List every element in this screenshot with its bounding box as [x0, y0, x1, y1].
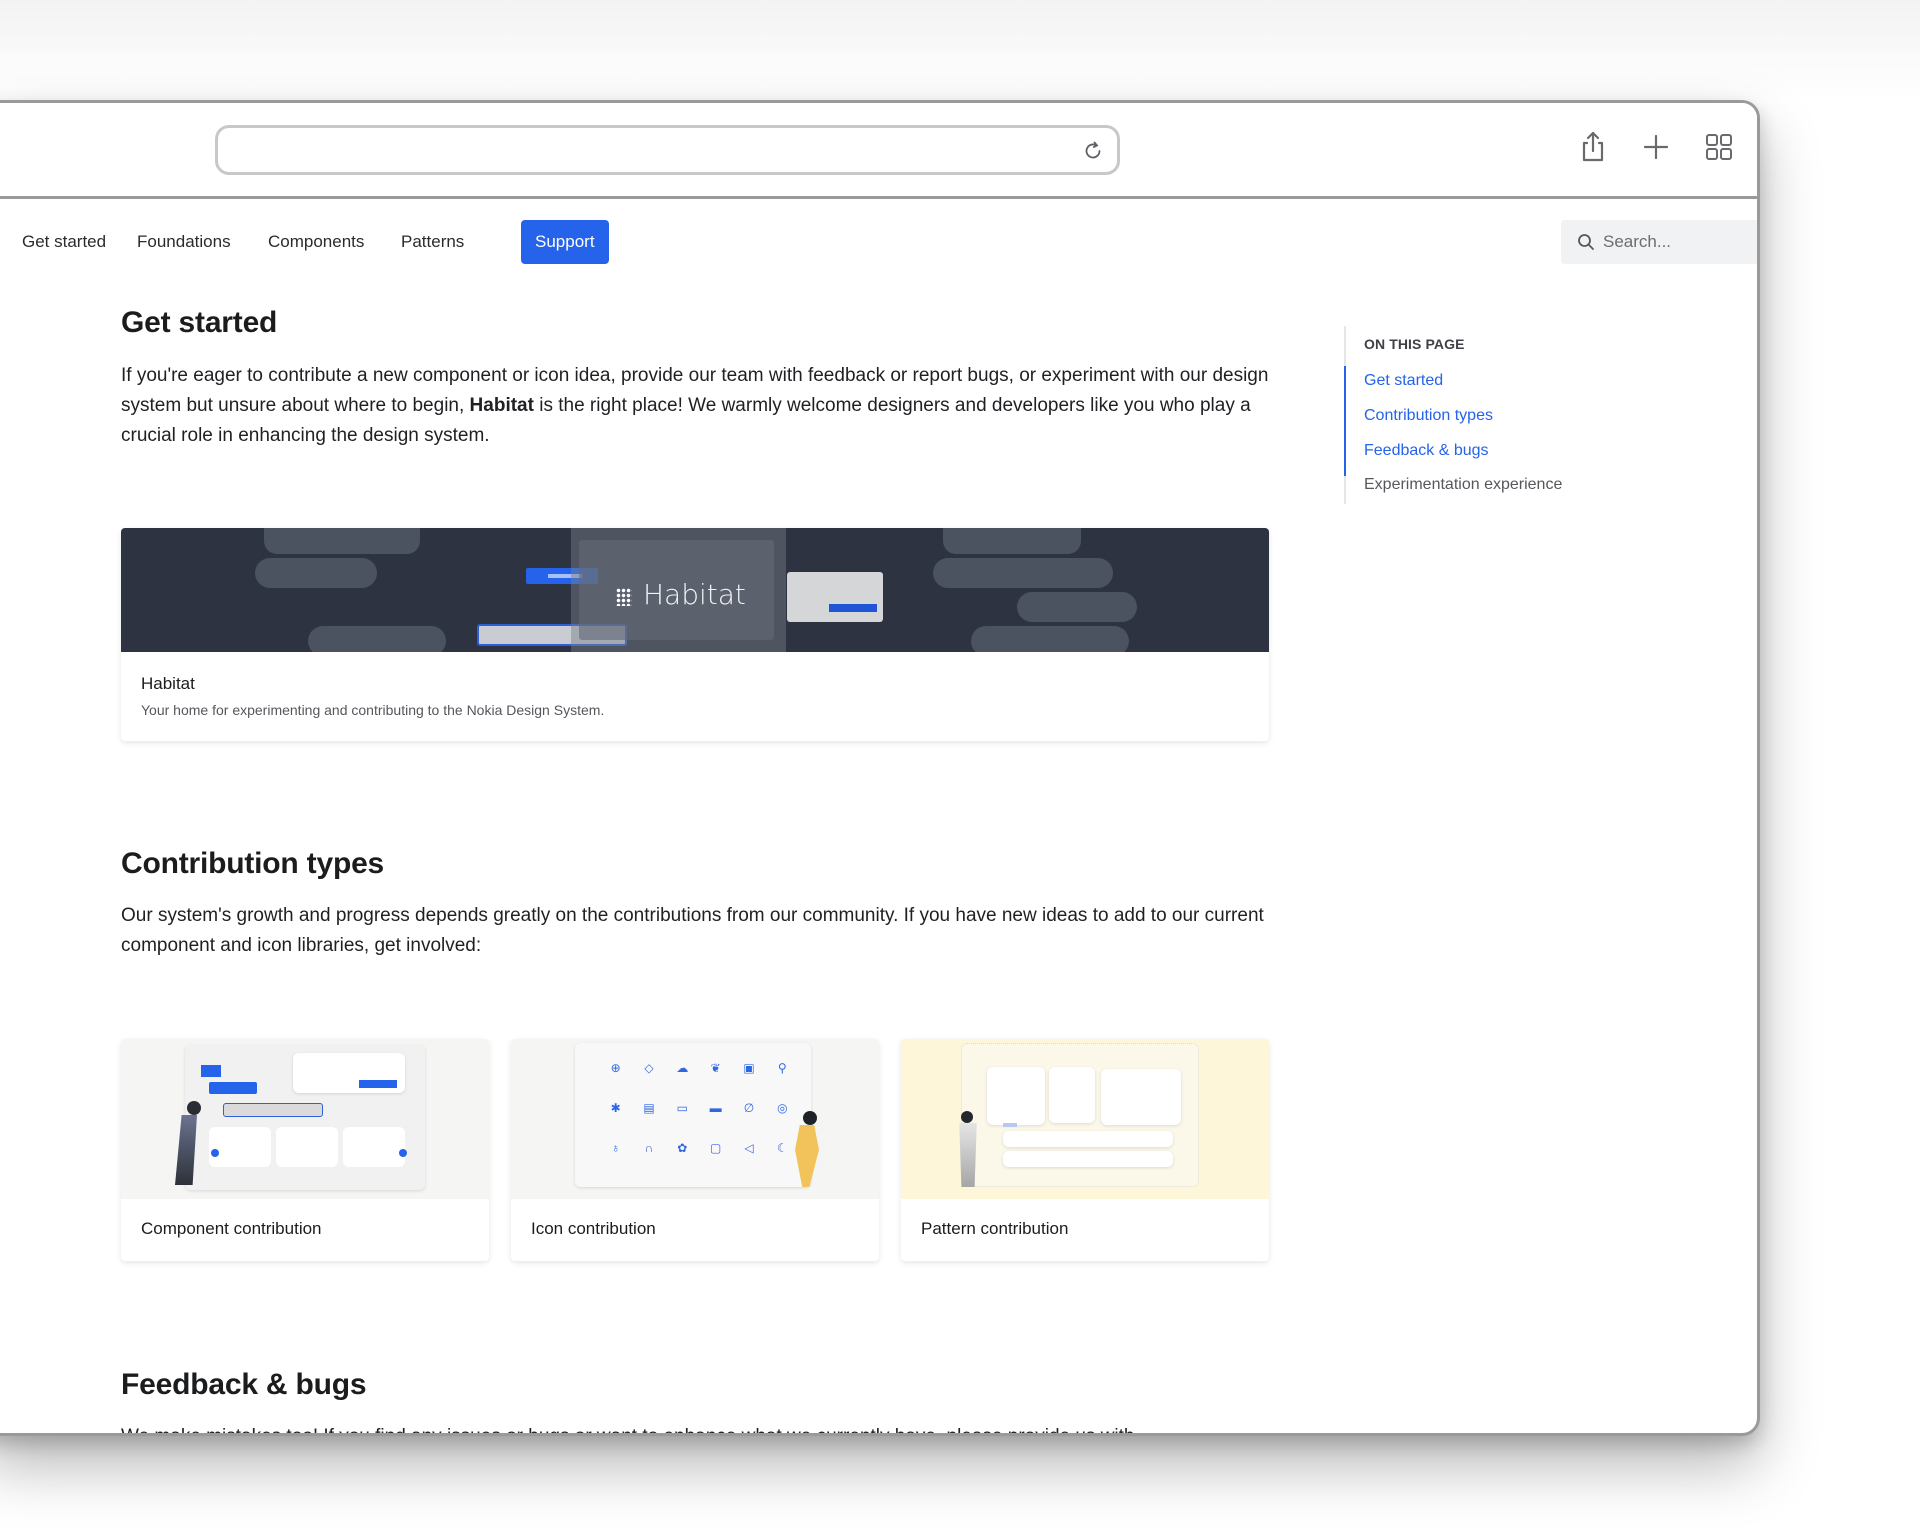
section-title-contribution-types: Contribution types — [121, 847, 385, 880]
pattern-contribution-label: Pattern contribution — [921, 1219, 1069, 1238]
habitat-card[interactable]: Habitat Habitat Your home for experiment… — [121, 528, 1269, 741]
get-started-paragraph: If you're eager to contribute a new comp… — [121, 361, 1271, 451]
icon-contribution-card[interactable]: ⊕ ◇ ☁ ❦ ▣ ⚲ ✱ ▤ ▭ ▬ ∅ ◎ ♁ ∩ ✿ ▢ ◁ ☾ Icon contribution — [511, 1039, 879, 1261]
sample-icon-glyph: ∅ — [743, 1101, 755, 1115]
nav-item-support[interactable]: Support — [521, 220, 609, 264]
pattern-contribution-card[interactable]: Pattern contribution — [901, 1039, 1269, 1261]
sample-icon-glyph: ♁ — [611, 1141, 621, 1155]
sample-icon-glyph: ▤ — [643, 1101, 655, 1115]
nav-item-get-started[interactable]: Get started — [8, 220, 120, 264]
contribution-types-paragraph: Our system's growth and progress depends… — [121, 905, 1264, 956]
sample-icon-glyph: ∩ — [644, 1141, 654, 1155]
sample-icon-glyph: ▬ — [709, 1101, 722, 1115]
reload-icon[interactable] — [1081, 138, 1105, 162]
sample-icon-glyph: ☾ — [776, 1141, 788, 1155]
address-bar[interactable] — [215, 125, 1120, 175]
component-contribution-illustration — [121, 1039, 489, 1199]
sample-icon-glyph: ◎ — [777, 1101, 788, 1115]
browser-window: Get started Foundations Components Patte… — [0, 100, 1760, 1436]
sample-icon-glyph: ✿ — [677, 1141, 688, 1155]
search-icon — [1578, 234, 1594, 250]
habitat-bold-text: Habitat — [469, 395, 534, 416]
sample-icon-glyph: ▭ — [676, 1101, 688, 1115]
habitat-banner-image: Habitat — [121, 528, 1269, 652]
search-box[interactable] — [1561, 220, 1757, 264]
sample-icon-glyph: ▣ — [743, 1061, 755, 1075]
sample-icon-glyph: ⊕ — [610, 1061, 621, 1075]
toc-active-indicator — [1344, 366, 1346, 476]
sample-icon-glyph: ☁ — [676, 1061, 689, 1075]
toc-link-feedback-bugs[interactable]: Feedback & bugs — [1364, 442, 1489, 460]
on-this-page-nav: ON THIS PAGE Get started Contribution ty… — [1344, 326, 1664, 504]
section-title-feedback-bugs: Feedback & bugs — [121, 1368, 367, 1401]
section-title-get-started: Get started — [121, 306, 278, 339]
sample-icon-glyph: ❦ — [710, 1061, 721, 1075]
toc-link-get-started[interactable]: Get started — [1364, 372, 1443, 390]
share-icon[interactable] — [1575, 129, 1611, 165]
toc-link-contribution-types[interactable]: Contribution types — [1364, 407, 1493, 425]
toc-heading: ON THIS PAGE — [1364, 336, 1465, 352]
search-input[interactable] — [1603, 220, 1753, 264]
icon-contribution-label: Icon contribution — [531, 1219, 656, 1238]
feedback-paragraph: We make mistakes too! If you find any is… — [121, 1422, 1271, 1433]
sample-icon-glyph: ⚲ — [777, 1061, 787, 1075]
browser-toolbar — [0, 103, 1757, 199]
nav-item-patterns[interactable]: Patterns — [387, 220, 478, 264]
habitat-card-title: Habitat — [141, 674, 195, 693]
plus-icon[interactable] — [1638, 129, 1674, 165]
sample-icon-glyph: ◁ — [744, 1141, 754, 1155]
component-contribution-label: Component contribution — [141, 1219, 322, 1238]
pattern-contribution-illustration — [901, 1039, 1269, 1199]
component-contribution-card[interactable]: Component contribution — [121, 1039, 489, 1261]
tab-overview-icon[interactable] — [1701, 129, 1737, 165]
sample-icon-glyph: ◇ — [644, 1061, 654, 1075]
nav-item-foundations[interactable]: Foundations — [123, 220, 245, 264]
habitat-card-description: Your home for experimenting and contribu… — [141, 702, 605, 718]
icon-contribution-illustration: ⊕ ◇ ☁ ❦ ▣ ⚲ ✱ ▤ ▭ ▬ ∅ ◎ ♁ ∩ ✿ ▢ ◁ ☾ — [511, 1039, 879, 1199]
habitat-logo-text: Habitat — [643, 578, 746, 611]
nav-item-components[interactable]: Components — [254, 220, 378, 264]
sample-icon-glyph: ✱ — [610, 1101, 621, 1115]
toc-link-experimentation-experience[interactable]: Experimentation experience — [1364, 476, 1562, 494]
top-navigation: Get started Foundations Components Patte… — [0, 202, 1757, 282]
sample-icon-glyph: ▢ — [709, 1141, 722, 1155]
